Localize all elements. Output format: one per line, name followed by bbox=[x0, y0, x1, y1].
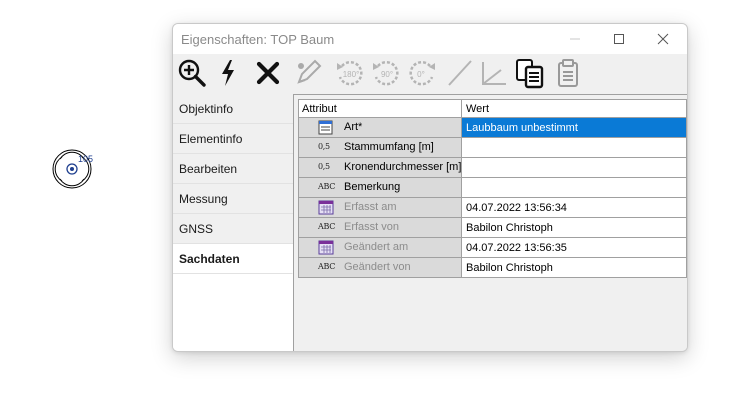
attribute-cell[interactable]: ABC Bemerkung bbox=[299, 178, 462, 197]
rotate-0-button[interactable]: 0° bbox=[405, 56, 439, 90]
tab-label: Messung bbox=[179, 191, 228, 206]
text-icon: ABC bbox=[318, 222, 336, 231]
table-row[interactable]: Geändert am 04.07.2022 13:56:35 bbox=[298, 238, 687, 258]
toolbar: 180° 90° 0° bbox=[173, 54, 687, 94]
delete-icon bbox=[256, 61, 280, 85]
calendar-icon bbox=[318, 240, 334, 255]
grid-rows: Art* Laubbaum unbestimmt 0,5 Stammumfang [m… bbox=[298, 118, 687, 278]
angle-icon bbox=[482, 62, 506, 85]
value-cell[interactable]: Babilon Christoph bbox=[462, 258, 686, 277]
tab-elementinfo[interactable]: Elementinfo bbox=[173, 124, 293, 154]
zoom-in-button[interactable] bbox=[175, 56, 209, 90]
value-cell[interactable] bbox=[462, 158, 686, 177]
rotate-90-label: 90° bbox=[381, 70, 393, 79]
attribute-label: Erfasst am bbox=[344, 201, 397, 213]
tab-list: Objektinfo Elementinfo Bearbeiten Messun… bbox=[173, 94, 293, 351]
table-row[interactable]: ABC Geändert von Babilon Christoph bbox=[298, 258, 687, 278]
paste-button[interactable] bbox=[551, 56, 585, 90]
table-row[interactable]: Art* Laubbaum unbestimmt bbox=[298, 118, 687, 138]
rotate-0-icon: 0° bbox=[409, 61, 435, 86]
attribute-label: Art* bbox=[344, 121, 363, 133]
tab-label: Objektinfo bbox=[179, 101, 234, 116]
attribute-label: Bemerkung bbox=[344, 181, 401, 193]
tab-sachdaten[interactable]: Sachdaten bbox=[173, 244, 293, 274]
table-row[interactable]: 0,5 Kronendurchmesser [m] bbox=[298, 158, 687, 178]
rotate-0-label: 0° bbox=[417, 70, 425, 79]
value-cell[interactable] bbox=[462, 178, 686, 197]
line-button[interactable] bbox=[443, 56, 477, 90]
tab-label: Bearbeiten bbox=[179, 161, 238, 176]
text-icon: ABC bbox=[318, 262, 336, 271]
attribute-label: Geändert von bbox=[344, 261, 411, 273]
table-row[interactable]: Erfasst am 04.07.2022 13:56:34 bbox=[298, 198, 687, 218]
minimize-button[interactable] bbox=[553, 24, 597, 54]
attribute-cell[interactable]: Erfasst am bbox=[299, 198, 462, 217]
value-cell[interactable]: Laubbaum unbestimmt bbox=[462, 118, 686, 137]
edit-button[interactable] bbox=[291, 56, 325, 90]
rotate-180-button[interactable]: 180° bbox=[333, 56, 367, 90]
lightning-button[interactable] bbox=[211, 56, 245, 90]
attribute-grid-panel: Attribut Wert Art* Laubbaum unbestimmt 0,5… bbox=[293, 94, 687, 351]
rotate-90-button[interactable]: 90° bbox=[369, 56, 403, 90]
value-cell[interactable] bbox=[462, 138, 686, 157]
line-icon bbox=[448, 60, 472, 86]
tree-number-label: 105 bbox=[78, 154, 94, 164]
lightning-icon bbox=[222, 60, 234, 86]
edit-pencil-icon bbox=[297, 59, 322, 84]
tab-label: Sachdaten bbox=[179, 251, 240, 266]
tab-gnss[interactable]: GNSS bbox=[173, 214, 293, 244]
tab-messung[interactable]: Messung bbox=[173, 184, 293, 214]
copy-icon bbox=[516, 59, 544, 89]
value-cell[interactable]: 04.07.2022 13:56:35 bbox=[462, 238, 686, 257]
maximize-button[interactable] bbox=[597, 24, 641, 54]
tab-label: Elementinfo bbox=[179, 131, 243, 146]
zoom-in-icon bbox=[178, 59, 206, 87]
tab-panel-blank bbox=[173, 274, 293, 351]
attribute-cell[interactable]: ABC Geändert von bbox=[299, 258, 462, 277]
close-button[interactable] bbox=[641, 24, 685, 54]
attribute-cell[interactable]: Geändert am bbox=[299, 238, 462, 257]
title-bar[interactable]: Eigenschaften: TOP Baum bbox=[173, 24, 687, 54]
text-icon: ABC bbox=[318, 182, 336, 191]
value-cell[interactable]: Babilon Christoph bbox=[462, 218, 686, 237]
value-cell[interactable]: 04.07.2022 13:56:34 bbox=[462, 198, 686, 217]
tab-bearbeiten[interactable]: Bearbeiten bbox=[173, 154, 293, 184]
window-title: Eigenschaften: TOP Baum bbox=[181, 32, 335, 47]
decimal-icon: 0,5 bbox=[318, 142, 330, 151]
table-row[interactable]: ABC Erfasst von Babilon Christoph bbox=[298, 218, 687, 238]
table-row[interactable]: 0,5 Stammumfang [m] bbox=[298, 138, 687, 158]
paste-icon bbox=[558, 59, 578, 87]
decimal-icon: 0,5 bbox=[318, 162, 330, 171]
column-header-wert[interactable]: Wert bbox=[462, 100, 686, 117]
attribute-cell[interactable]: 0,5 Kronendurchmesser [m] bbox=[299, 158, 462, 177]
delete-button[interactable] bbox=[251, 56, 285, 90]
minimize-icon bbox=[570, 38, 580, 40]
tab-label: GNSS bbox=[179, 221, 214, 236]
column-header-attribut[interactable]: Attribut bbox=[299, 100, 462, 117]
list-icon bbox=[318, 120, 334, 135]
attribute-cell[interactable]: 0,5 Stammumfang [m] bbox=[299, 138, 462, 157]
maximize-icon bbox=[614, 34, 624, 44]
table-row[interactable]: ABC Bemerkung bbox=[298, 178, 687, 198]
rotate-90-icon: 90° bbox=[373, 61, 399, 86]
attribute-cell[interactable]: ABC Erfasst von bbox=[299, 218, 462, 237]
tab-objektinfo[interactable]: Objektinfo bbox=[173, 94, 293, 124]
grid-header: Attribut Wert bbox=[298, 99, 687, 118]
properties-window[interactable]: Eigenschaften: TOP Baum 180° 90° 0° Obje… bbox=[172, 23, 688, 352]
angle-button[interactable] bbox=[477, 56, 511, 90]
attribute-label: Geändert am bbox=[344, 241, 409, 253]
attribute-label: Erfasst von bbox=[344, 221, 400, 233]
tree-symbol-icon[interactable] bbox=[38, 133, 108, 203]
close-icon bbox=[657, 33, 669, 45]
calendar-icon bbox=[318, 200, 334, 215]
attribute-cell[interactable]: Art* bbox=[299, 118, 462, 137]
rotate-180-icon: 180° bbox=[337, 61, 363, 86]
attribute-label: Kronendurchmesser [m] bbox=[344, 161, 462, 173]
copy-button[interactable] bbox=[513, 56, 547, 90]
attribute-label: Stammumfang [m] bbox=[344, 141, 434, 153]
rotate-180-label: 180° bbox=[343, 70, 360, 79]
